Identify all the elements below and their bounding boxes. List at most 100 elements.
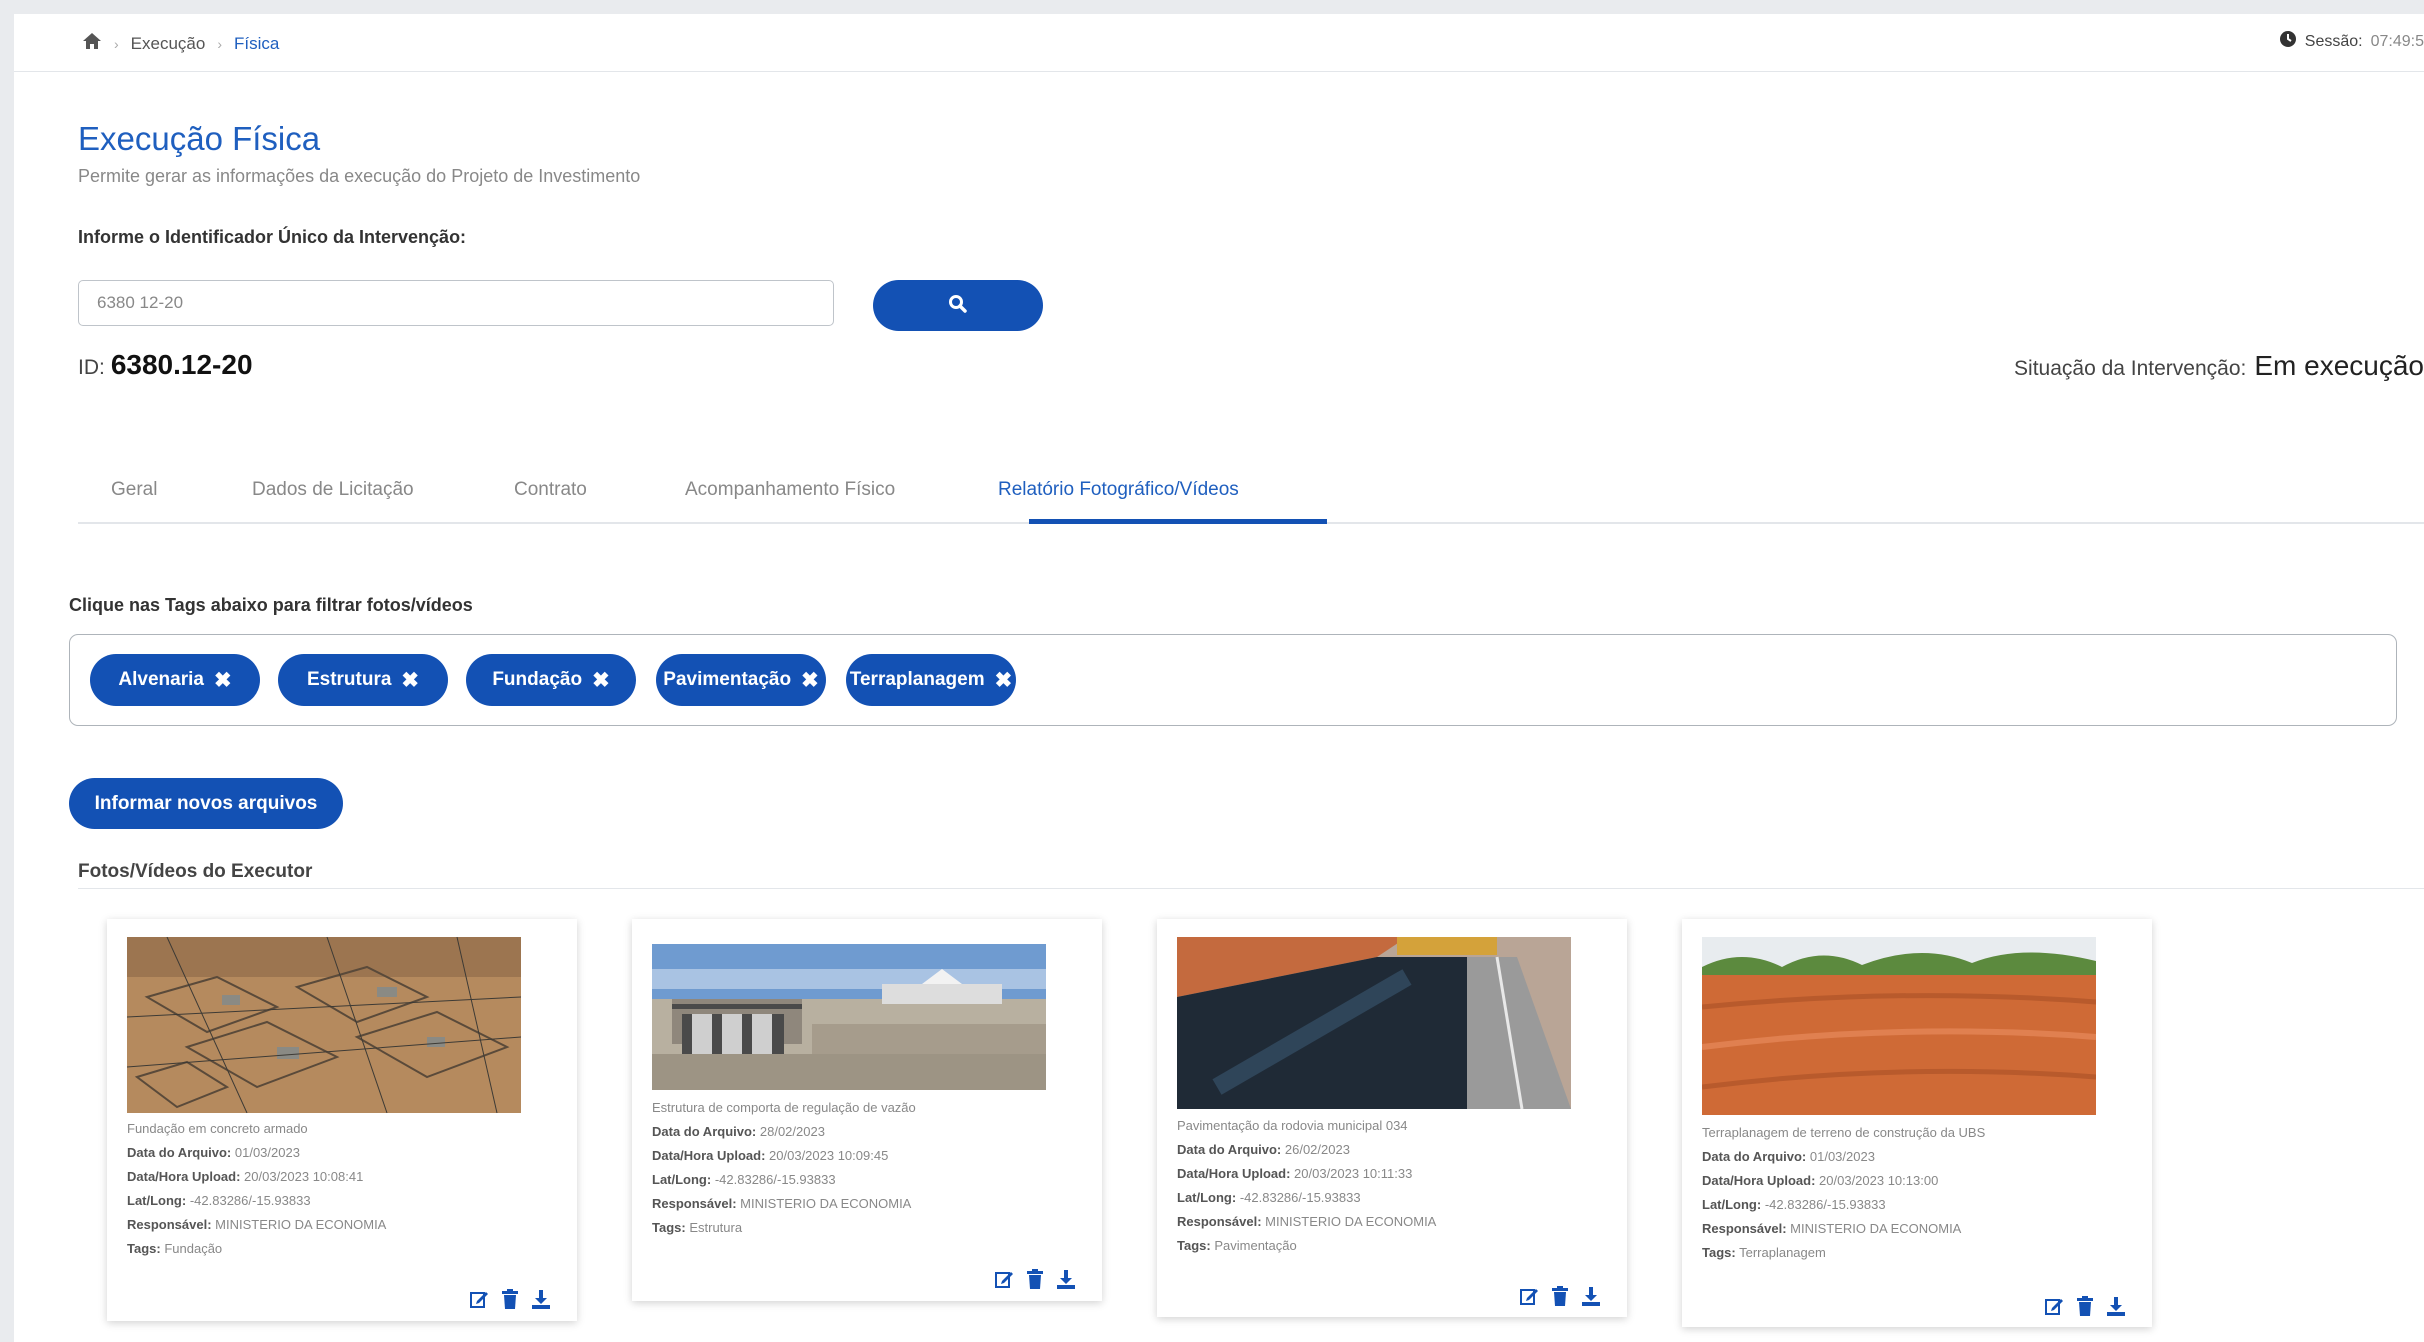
card-caption: Fundação em concreto armado xyxy=(127,1121,308,1136)
session-label: Sessão: xyxy=(2304,32,2363,50)
active-tab-indicator xyxy=(1029,519,1327,524)
card-date: 01/03/2023 xyxy=(234,1145,300,1160)
upload-label: Data/Hora Upload: xyxy=(1702,1173,1816,1188)
download-icon[interactable] xyxy=(1581,1286,1601,1306)
download-icon[interactable] xyxy=(531,1289,551,1309)
card-upload: 20/03/2023 10:08:41 xyxy=(244,1169,364,1184)
breadcrumb: › Execução › Física xyxy=(82,32,279,55)
tag-label: Fundação xyxy=(492,669,583,690)
responsible-label: Responsável: xyxy=(1702,1221,1787,1236)
search-icon xyxy=(948,294,968,317)
download-icon[interactable] xyxy=(1056,1269,1076,1289)
tag-alvenaria[interactable]: Alvenaria ✖ xyxy=(90,654,260,706)
card-upload: 20/03/2023 10:13:00 xyxy=(1819,1173,1939,1188)
edit-icon[interactable] xyxy=(469,1289,489,1309)
tab-geral[interactable]: Geral xyxy=(111,479,157,501)
tab-acompanhamento-fisico[interactable]: Acompanhamento Físico xyxy=(685,479,895,501)
card-actions xyxy=(469,1289,551,1309)
tag-terraplanagem[interactable]: Terraplanagem ✖ xyxy=(846,654,1016,706)
id-value: 6380.12-20 xyxy=(110,349,253,380)
road-paving-photo[interactable] xyxy=(1177,937,1571,1109)
earthwork-terrain-photo[interactable] xyxy=(1702,937,2096,1115)
breadcrumb-item-execucao[interactable]: Execução xyxy=(131,34,206,54)
tag-filter-box: Alvenaria ✖ Estrutura ✖ Fundação ✖ Paviment… xyxy=(69,634,2397,726)
construction-foundation-photo[interactable] xyxy=(127,937,521,1113)
card-latlong: -42.83286/-15.93833 xyxy=(714,1172,836,1187)
tags-label: Tags: xyxy=(652,1220,686,1235)
delete-icon[interactable] xyxy=(501,1289,519,1309)
tag-estrutura[interactable]: Estrutura ✖ xyxy=(278,654,448,706)
session-value: 07:49:5 xyxy=(2370,32,2424,50)
upload-label: Data/Hora Upload: xyxy=(652,1148,766,1163)
card-responsible: MINISTERIO DA ECONOMIA xyxy=(215,1217,387,1232)
card-tags: Pavimentação xyxy=(1214,1238,1297,1253)
home-icon[interactable] xyxy=(82,32,102,55)
page-subtitle: Permite gerar as informações da execução… xyxy=(78,166,641,186)
breadcrumb-separator: › xyxy=(114,35,119,52)
filter-label: Clique nas Tags abaixo para filtrar foto… xyxy=(69,595,473,615)
tab-contrato[interactable]: Contrato xyxy=(514,479,587,501)
edit-icon[interactable] xyxy=(2044,1296,2064,1316)
media-card: Terraplanagem de terreno de construção d… xyxy=(1682,919,2152,1327)
breadcrumb-item-fisica: Física xyxy=(234,33,280,53)
delete-icon[interactable] xyxy=(1026,1269,1044,1289)
card-responsible: MINISTERIO DA ECONOMIA xyxy=(740,1196,912,1211)
tab-bar: Geral Dados de Licitação Contrato Acompa… xyxy=(78,464,2424,524)
card-actions xyxy=(2044,1296,2126,1316)
tab-relatorio-fotografico[interactable]: Relatório Fotográfico/Vídeos xyxy=(998,479,1239,501)
latlong-label: Lat/Long: xyxy=(1702,1197,1762,1212)
close-icon[interactable]: ✖ xyxy=(214,668,232,693)
responsible-label: Responsável: xyxy=(652,1196,737,1211)
card-date: 01/03/2023 xyxy=(1809,1149,1875,1164)
close-icon[interactable]: ✖ xyxy=(401,668,419,693)
card-tags: Terraplanagem xyxy=(1739,1245,1826,1260)
media-card: Pavimentação da rodovia municipal 034 Da… xyxy=(1157,919,1627,1317)
delete-icon[interactable] xyxy=(1551,1286,1569,1306)
tag-fundacao[interactable]: Fundação ✖ xyxy=(466,654,636,706)
tag-label: Estrutura xyxy=(306,669,392,690)
session-timer: Sessão: 07:49:5 xyxy=(2279,30,2424,53)
status-label: Situação da Intervenção: xyxy=(2014,357,2247,380)
section-divider xyxy=(78,888,2424,889)
tags-label: Tags: xyxy=(1702,1245,1736,1260)
tags-label: Tags: xyxy=(1177,1238,1211,1253)
card-responsible: MINISTERIO DA ECONOMIA xyxy=(1790,1221,1962,1236)
latlong-label: Lat/Long: xyxy=(652,1172,712,1187)
card-tags: Estrutura xyxy=(689,1220,743,1235)
tab-dados-licitacao[interactable]: Dados de Licitação xyxy=(252,479,414,501)
card-actions xyxy=(994,1269,1076,1289)
upload-label: Data/Hora Upload: xyxy=(127,1169,241,1184)
card-date: 28/02/2023 xyxy=(759,1124,825,1139)
page: › Execução › Física Sessão: 07:49:5 Exec… xyxy=(14,14,2424,1342)
responsible-label: Responsável: xyxy=(127,1217,212,1232)
new-files-button[interactable]: Informar novos arquivos xyxy=(69,778,343,829)
media-card: Estrutura de comporta de regulação de va… xyxy=(632,919,1102,1301)
tag-pavimentacao[interactable]: Pavimentação ✖ xyxy=(656,654,826,706)
search-label: Informe o Identificador Único da Interve… xyxy=(78,227,467,247)
status-value: Em execução xyxy=(2254,350,2424,381)
intervention-id-input[interactable] xyxy=(78,280,834,326)
card-upload: 20/03/2023 10:11:33 xyxy=(1294,1166,1413,1181)
close-icon[interactable]: ✖ xyxy=(995,668,1013,693)
card-tags: Fundação xyxy=(164,1241,223,1256)
page-title: Execução Física xyxy=(78,120,321,157)
card-meta: Estrutura de comporta de regulação de va… xyxy=(652,1096,916,1240)
card-meta: Fundação em concreto armado Data do Arqu… xyxy=(127,1117,386,1261)
card-latlong: -42.83286/-15.93833 xyxy=(189,1193,311,1208)
edit-icon[interactable] xyxy=(994,1269,1014,1289)
dam-gate-structure-photo[interactable] xyxy=(652,944,1046,1090)
card-meta: Pavimentação da rodovia municipal 034 Da… xyxy=(1177,1114,1436,1258)
top-bar: › Execução › Física Sessão: 07:49:5 xyxy=(14,14,2424,72)
close-icon[interactable]: ✖ xyxy=(801,668,819,693)
section-title: Fotos/Vídeos do Executor xyxy=(78,861,313,882)
edit-icon[interactable] xyxy=(1519,1286,1539,1306)
download-icon[interactable] xyxy=(2106,1296,2126,1316)
close-icon[interactable]: ✖ xyxy=(592,668,610,693)
delete-icon[interactable] xyxy=(2076,1296,2094,1316)
card-latlong: -42.83286/-15.93833 xyxy=(1239,1190,1361,1205)
latlong-label: Lat/Long: xyxy=(127,1193,187,1208)
date-label: Data do Arquivo: xyxy=(652,1124,757,1139)
upload-label: Data/Hora Upload: xyxy=(1177,1166,1291,1181)
search-button[interactable] xyxy=(873,280,1043,331)
card-upload: 20/03/2023 10:09:45 xyxy=(769,1148,889,1163)
